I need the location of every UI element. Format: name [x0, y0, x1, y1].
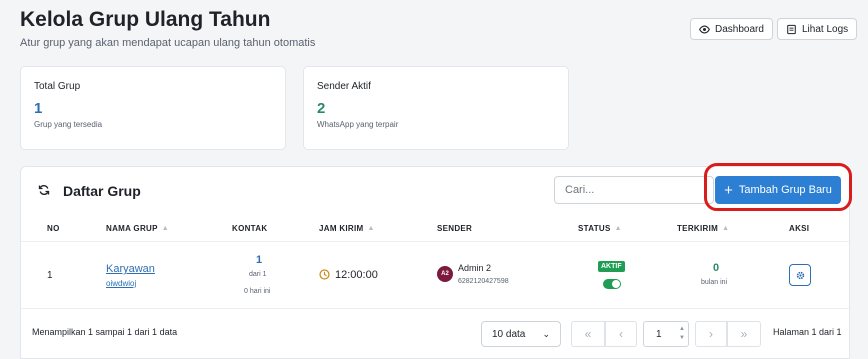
- header-nama-grup[interactable]: NAMA GRUP ▲: [106, 224, 169, 233]
- avatar: A2: [437, 266, 453, 282]
- sort-icon: ▲: [367, 225, 375, 232]
- view-logs-button[interactable]: Lihat Logs: [777, 18, 858, 40]
- page-title: Kelola Grup Ulang Tahun: [20, 8, 271, 31]
- gear-icon: [796, 271, 804, 279]
- sent-period: bulan ini: [701, 279, 728, 286]
- kontak-today: 0 hari ini: [244, 288, 271, 295]
- dashboard-button[interactable]: Dashboard: [690, 18, 773, 40]
- next-page-button[interactable]: ›: [695, 321, 727, 347]
- pagination-summary: Menampilkan 1 sampai 1 dari 1 data: [32, 327, 178, 337]
- stat-value: 2: [317, 100, 326, 117]
- sort-icon: ▲: [614, 225, 622, 232]
- divider: [21, 241, 851, 242]
- status-badge: AKTIF: [598, 261, 625, 272]
- group-name-link[interactable]: Karyawan: [106, 263, 155, 275]
- header-sender: SENDER: [437, 224, 473, 233]
- document-icon: [787, 24, 796, 34]
- chevron-down-icon: ⌄: [542, 328, 550, 339]
- sort-icon: ▲: [161, 225, 169, 232]
- sender-name: Admin 2: [458, 263, 492, 273]
- divider: [21, 308, 851, 309]
- group-code-link[interactable]: oiwdwioj: [106, 279, 136, 288]
- sent-count: 0: [713, 262, 720, 274]
- page-number-input[interactable]: 1 ▲ ▼: [643, 321, 689, 347]
- last-page-button[interactable]: »: [727, 321, 761, 347]
- stat-sub: Grup yang tersedia: [34, 120, 103, 129]
- page-size-value: 10 data: [492, 328, 526, 340]
- page-info: Halaman 1 dari 1: [773, 327, 842, 337]
- stat-card-total-grup: Total Grup 1 Grup yang tersedia: [20, 66, 286, 150]
- view-logs-label: Lihat Logs: [802, 23, 849, 35]
- sender-phone: 6282120427598: [458, 278, 509, 285]
- annotation-highlight: [704, 163, 852, 211]
- kontak-total: dari 1: [249, 271, 267, 278]
- row-no: 1: [47, 270, 53, 281]
- status-toggle[interactable]: [603, 279, 621, 289]
- panel-title: Daftar Grup: [63, 183, 141, 199]
- refresh-icon[interactable]: [38, 184, 50, 196]
- header-kontak: KONTAK: [232, 224, 268, 233]
- page-subtitle: Atur grup yang akan mendapat ucapan ulan…: [20, 37, 316, 49]
- clock-icon: [319, 269, 330, 280]
- search-input[interactable]: [554, 176, 714, 204]
- header-status[interactable]: STATUS ▲: [578, 224, 622, 233]
- first-page-button[interactable]: «: [571, 321, 605, 347]
- header-jam-kirim[interactable]: JAM KIRIM ▲: [319, 224, 375, 233]
- stat-card-sender-aktif: Sender Aktif 2 WhatsApp yang terpair: [303, 66, 569, 150]
- header-no: NO: [47, 224, 60, 233]
- sort-icon: ▲: [722, 225, 730, 232]
- header-aksi: AKSI: [789, 224, 810, 233]
- stat-label: Total Grup: [34, 81, 81, 92]
- page-size-select[interactable]: 10 data ⌄: [481, 321, 561, 347]
- header-terkirim[interactable]: TERKIRIM ▲: [677, 224, 729, 233]
- settings-button[interactable]: [789, 264, 811, 286]
- stat-label: Sender Aktif: [317, 81, 371, 92]
- stat-sub: WhatsApp yang terpair: [317, 120, 399, 129]
- spinner-icon[interactable]: ▲ ▼: [679, 325, 685, 343]
- previous-page-button[interactable]: ‹: [605, 321, 637, 347]
- kontak-count: 1: [256, 254, 263, 266]
- eye-icon: [699, 25, 710, 33]
- send-time: 12:00:00: [335, 269, 378, 281]
- stat-value: 1: [34, 100, 43, 117]
- dashboard-label: Dashboard: [715, 23, 764, 35]
